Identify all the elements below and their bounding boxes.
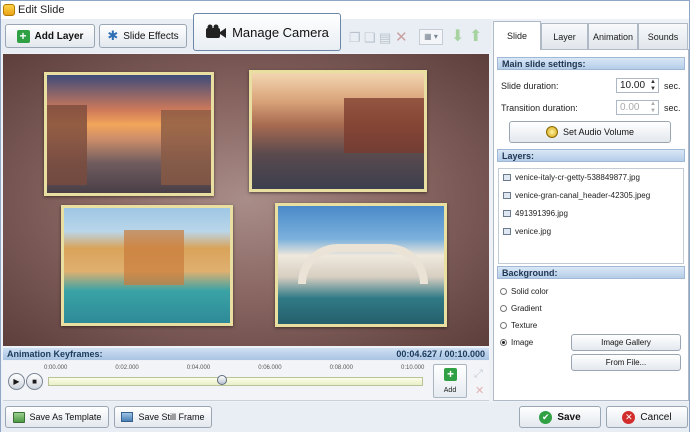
transition-duration-label: Transition duration: bbox=[501, 103, 578, 113]
stop-icon: ■ bbox=[32, 377, 37, 386]
timeline-track[interactable] bbox=[48, 377, 423, 386]
edit-keyframe-icon[interactable]: ⤢ bbox=[474, 368, 483, 381]
edit-slide-window: Edit Slide + Add Layer ✱ Slide Effects M… bbox=[0, 0, 690, 432]
photo-colorful-houses[interactable] bbox=[61, 205, 233, 326]
still-frame-icon bbox=[121, 412, 134, 422]
photo-rialto-bridge[interactable] bbox=[275, 203, 447, 327]
tab-slide[interactable]: Slide bbox=[493, 21, 541, 50]
paste-icon[interactable]: ❏ bbox=[364, 30, 376, 46]
tab-sounds[interactable]: Sounds bbox=[638, 23, 688, 49]
image-file-icon bbox=[503, 192, 511, 199]
image-gallery-button[interactable]: Image Gallery bbox=[571, 334, 681, 351]
align-dropdown-icon[interactable]: ▦ ▾ bbox=[419, 29, 443, 45]
cut-icon[interactable]: ▤ bbox=[379, 30, 391, 46]
add-keyframe-button[interactable]: + Add bbox=[433, 364, 467, 398]
sparkle-icon: ✱ bbox=[107, 28, 119, 43]
set-audio-volume-button[interactable]: Set Audio Volume bbox=[509, 121, 671, 143]
spinner-arrows-icon[interactable]: ▲ ▼ bbox=[650, 79, 656, 93]
slide-settings-panel: Main slide settings: Slide duration: 10.… bbox=[493, 49, 689, 401]
play-icon: ▶ bbox=[13, 377, 20, 386]
list-item[interactable]: venice.jpg bbox=[503, 227, 551, 236]
check-icon: ✔ bbox=[539, 410, 553, 424]
manage-camera-button[interactable]: Manage Camera bbox=[193, 13, 341, 51]
bg-texture-radio[interactable]: Texture bbox=[500, 321, 537, 330]
slide-duration-input[interactable]: 10.00 ▲ ▼ bbox=[616, 78, 659, 93]
layers-header: Layers: bbox=[497, 149, 685, 162]
slide-preview-canvas[interactable] bbox=[3, 54, 489, 346]
plus-icon: + bbox=[16, 29, 30, 43]
play-button[interactable]: ▶ bbox=[8, 373, 25, 390]
list-item[interactable]: venice-italy-cr-getty-538849877.jpg bbox=[503, 173, 640, 182]
timeline-playhead[interactable] bbox=[216, 375, 227, 385]
bg-image-radio[interactable]: Image bbox=[500, 338, 533, 347]
toolbar: + Add Layer ✱ Slide Effects Manage Camer… bbox=[1, 13, 491, 53]
main-settings-header: Main slide settings: bbox=[497, 57, 685, 70]
camera-icon bbox=[206, 24, 227, 38]
cancel-icon: ✕ bbox=[622, 410, 636, 424]
bottom-bar: Save As Template Save Still Frame ✔ Save… bbox=[1, 402, 689, 432]
bg-gradient-radio[interactable]: Gradient bbox=[500, 304, 542, 313]
copy-icon[interactable]: ❐ bbox=[349, 30, 361, 46]
spinner-arrows-icon[interactable]: ▲ ▼ bbox=[650, 101, 656, 115]
timeline-tick-label: 0:04.000 bbox=[186, 365, 211, 371]
window-title: Edit Slide bbox=[18, 4, 65, 16]
image-file-icon bbox=[503, 228, 511, 235]
move-down-icon[interactable]: ⬇ bbox=[451, 26, 464, 46]
save-as-template-button[interactable]: Save As Template bbox=[5, 406, 109, 428]
timeline-tick-label: 0:00.000 bbox=[44, 365, 68, 371]
delete-keyframe-icon[interactable]: ✕ bbox=[475, 384, 484, 397]
keyframe-timeline: ▶ ■ 0:00.000 0:02.000 0:04.000 0:06.000 0:08… bbox=[3, 361, 489, 401]
transition-duration-input[interactable]: 0.00 ▲ ▼ bbox=[616, 100, 659, 115]
template-icon bbox=[12, 411, 25, 423]
tab-layer[interactable]: Layer bbox=[541, 23, 588, 49]
radio-icon bbox=[500, 288, 507, 295]
audio-volume-icon bbox=[545, 126, 558, 138]
list-item[interactable]: 491391396.jpg bbox=[503, 209, 568, 218]
move-up-icon[interactable]: ⬆ bbox=[469, 26, 482, 46]
keyframes-time: 00:04.627 / 00:10.000 bbox=[396, 349, 485, 359]
from-file-button[interactable]: From File... bbox=[571, 354, 681, 371]
slide-effects-button[interactable]: ✱ Slide Effects bbox=[99, 24, 187, 48]
timeline-tick-label: 0:08.000 bbox=[329, 365, 353, 371]
app-icon bbox=[3, 4, 15, 16]
transition-duration-unit: sec. bbox=[664, 103, 681, 113]
settings-tabs: Slide Layer Animation Sounds bbox=[493, 21, 689, 50]
bg-solid-color-radio[interactable]: Solid color bbox=[500, 287, 548, 296]
image-file-icon bbox=[503, 174, 511, 181]
timeline-tick-label: 0:02.000 bbox=[115, 365, 139, 371]
cancel-button[interactable]: ✕ Cancel bbox=[606, 406, 688, 428]
timeline-tick-label: 0:10.000 bbox=[401, 365, 425, 371]
slide-duration-unit: sec. bbox=[664, 81, 681, 91]
keyframes-title: Animation Keyframes: bbox=[7, 349, 103, 359]
layers-list: venice-italy-cr-getty-538849877.jpg veni… bbox=[498, 168, 684, 264]
title-bar: Edit Slide bbox=[1, 1, 689, 19]
save-button[interactable]: ✔ Save bbox=[519, 406, 601, 428]
delete-icon[interactable]: ✕ bbox=[395, 28, 408, 46]
animation-keyframes-header: Animation Keyframes: 00:04.627 / 00:10.0… bbox=[3, 348, 489, 360]
image-file-icon bbox=[503, 210, 511, 217]
background-header: Background: bbox=[497, 266, 685, 279]
timeline-tick-label: 0:06.000 bbox=[258, 365, 282, 371]
photo-grand-canal[interactable] bbox=[249, 70, 427, 192]
list-item[interactable]: venice-gran-canal_header-42305.jpeg bbox=[503, 191, 650, 200]
radio-selected-icon bbox=[500, 339, 507, 346]
add-layer-button[interactable]: + Add Layer bbox=[5, 24, 95, 48]
plus-icon: + bbox=[444, 368, 457, 381]
radio-icon bbox=[500, 322, 507, 329]
slide-duration-label: Slide duration: bbox=[501, 81, 559, 91]
radio-icon bbox=[500, 305, 507, 312]
photo-venice-sunset[interactable] bbox=[44, 72, 214, 196]
save-still-frame-button[interactable]: Save Still Frame bbox=[114, 406, 212, 428]
tab-animation[interactable]: Animation bbox=[588, 23, 638, 49]
stop-button[interactable]: ■ bbox=[26, 373, 43, 390]
